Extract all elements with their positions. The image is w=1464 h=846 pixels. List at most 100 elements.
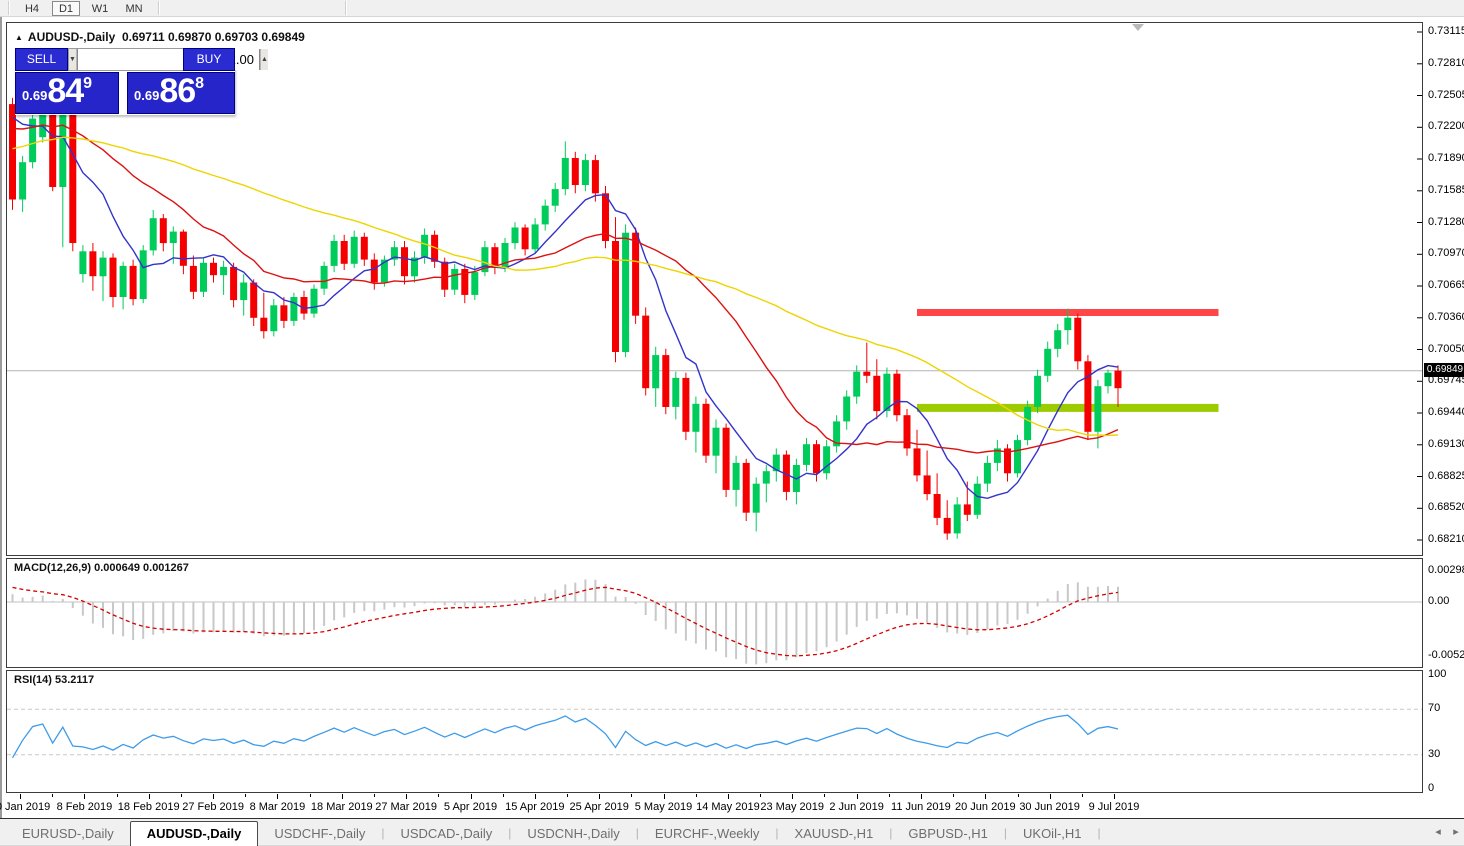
symbol-tab-eurusd-daily[interactable]: EURUSD-,Daily [6, 822, 130, 846]
macd-scale-label: -0.005256 [1428, 649, 1464, 661]
date-label: 8 Feb 2019 [56, 801, 113, 813]
collapse-panel-icon[interactable]: ▲ [15, 33, 23, 42]
date-label: 30 Jan 2019 [0, 801, 51, 813]
macd-label: MACD(12,26,9) 0.000649 0.001267 [14, 562, 189, 574]
symbol-tab-gbpusd-h1[interactable]: GBPUSD-,H1 [892, 822, 1003, 846]
sell-button[interactable]: SELL [15, 48, 68, 71]
date-label: 15 Apr 2019 [505, 801, 565, 813]
sell-price-main: 84 [47, 72, 84, 110]
date-label: 30 Jun 2019 [1019, 801, 1080, 813]
volume-decrease-icon[interactable]: ▼ [69, 49, 77, 70]
date-minor-tick [1017, 794, 1019, 797]
price-scale-label: 0.71280 [1428, 215, 1464, 228]
date-minor-tick [567, 794, 568, 797]
chart-ohlc-values: 0.69711 0.69870 0.69703 0.69849 [121, 30, 305, 44]
symbol-tab-usdcnh-daily[interactable]: USDCNH-,Daily [511, 822, 635, 846]
date-minor-tick [438, 794, 440, 797]
date-minor-tick [953, 794, 955, 797]
date-tick [727, 794, 729, 799]
rsi-scale-label: 0 [1428, 782, 1435, 794]
price-scale-label: 0.73115 [1428, 25, 1464, 37]
tab-scroll-right-button[interactable]: ▸ [1449, 825, 1463, 839]
date-tick [1114, 794, 1115, 799]
price-scale-label: 0.69745 [1428, 374, 1464, 387]
date-label: 5 May 2019 [634, 801, 693, 813]
date-minor-tick [502, 794, 504, 797]
timeframe-button-d1[interactable]: D1 [52, 1, 80, 16]
chart-shift-marker[interactable] [1132, 24, 1144, 31]
date-minor-tick [245, 794, 247, 797]
macd-scale-label: 0.002984 [1428, 564, 1464, 576]
buy-button[interactable]: BUY [183, 48, 235, 71]
date-tick [534, 794, 536, 799]
price-scale-label: 0.72505 [1428, 88, 1464, 101]
date-tick [663, 794, 665, 799]
date-label: 27 Mar 2019 [375, 801, 437, 813]
symbol-tab-ukoil-h1[interactable]: UKOil-,H1 [1007, 822, 1098, 846]
timeframe-button-mn[interactable]: MN [120, 1, 148, 16]
price-scale-label: 0.70665 [1428, 279, 1464, 291]
date-tick [1049, 794, 1051, 799]
date-minor-tick [695, 794, 697, 797]
volume-stepper: ▼ ▲ [68, 48, 268, 71]
timeframe-button-w1[interactable]: W1 [86, 1, 114, 16]
macd-plot [7, 579, 1422, 665]
date-label: 14 May 2019 [696, 801, 760, 813]
symbol-tab-eurchf-weekly[interactable]: EURCHF-,Weekly [639, 822, 776, 846]
price-scale-label: 0.71585 [1428, 183, 1464, 196]
date-minor-tick [52, 794, 54, 797]
date-minor-tick [760, 794, 762, 797]
date-tick [599, 794, 601, 799]
date-minor-tick [116, 794, 118, 797]
price-scale-label: 0.72810 [1428, 56, 1464, 69]
rsi-scale-label: 70 [1428, 702, 1441, 714]
price-scale-label: 0.68520 [1428, 501, 1464, 514]
toolbar-separator [345, 1, 346, 15]
date-label: 11 Jun 2019 [891, 801, 951, 813]
one-click-trade-panel: SELL ▼ ▲ BUY 0.69849 0.69868 [15, 48, 268, 115]
chart-symbol-label: AUDUSD-,Daily [27, 30, 116, 44]
macd-indicator-panel[interactable]: MACD(12,26,9) 0.000649 0.001267 [6, 558, 1423, 668]
date-label: 23 May 2019 [760, 801, 824, 813]
date-minor-tick [888, 794, 890, 797]
date-tick [20, 794, 21, 799]
price-scale: 0.69849 0.73115 0.72810 0.72505 0.72200 0.71… [1423, 17, 1464, 818]
date-tick [84, 794, 86, 799]
buy-price-panel[interactable]: 0.69868 [127, 72, 235, 114]
date-tick [856, 794, 858, 799]
symbol-tab-xauusd-h1[interactable]: XAUUSD-,H1 [779, 822, 890, 846]
volume-increase-icon[interactable]: ▲ [259, 49, 268, 70]
sell-price-pip: 9 [83, 75, 93, 92]
symbol-tab-usdchf-daily[interactable]: USDCHF-,Daily [258, 822, 381, 846]
timeframe-button-h4[interactable]: H4 [18, 1, 46, 16]
date-tick [470, 794, 472, 799]
buy-price-main: 86 [159, 72, 196, 110]
sell-price-panel[interactable]: 0.69849 [15, 72, 119, 114]
date-minor-tick [631, 794, 633, 797]
buy-price-prefix: 0.69 [134, 88, 160, 103]
date-minor-tick [824, 794, 826, 797]
main-price-chart[interactable]: ▲ AUDUSD-,Daily 0.69711 0.69870 0.69703 0… [6, 22, 1423, 556]
price-scale-label: 0.68210 [1428, 533, 1464, 545]
price-scale-label: 0.70360 [1428, 310, 1464, 323]
symbol-tab-usdcad-daily[interactable]: USDCAD-,Daily [384, 822, 508, 846]
date-minor-tick [309, 794, 311, 797]
rsi-label: RSI(14) 53.2117 [14, 674, 95, 686]
symbol-tab-audusd-daily[interactable]: AUDUSD-,Daily [129, 821, 259, 846]
date-label: 9 Jul 2019 [1088, 801, 1140, 813]
price-scale-label: 0.70050 [1428, 342, 1464, 355]
date-minor-tick [1081, 794, 1083, 797]
chart-title: ▲ AUDUSD-,Daily 0.69711 0.69870 0.69703 0… [15, 30, 305, 44]
symbol-tabbar: EURUSD-,Daily AUDUSD-,Daily USDCHF-,Daily |… [0, 818, 1464, 846]
rsi-indicator-panel[interactable]: RSI(14) 53.2117 [6, 670, 1423, 793]
macd-scale-label: 0.00 [1428, 595, 1450, 607]
price-scale-label: 0.69130 [1428, 437, 1464, 450]
price-scale-label: 0.72200 [1428, 120, 1464, 133]
date-label: 18 Mar 2019 [310, 801, 373, 813]
date-axis: 30 Jan 2019 8 Feb 2019 18 Feb 201927 Feb 2… [0, 794, 1423, 817]
date-tick [406, 794, 408, 799]
date-label: 2 Jun 2019 [829, 801, 884, 813]
rsi-scale-label: 100 [1428, 668, 1447, 680]
tab-scroll-left-button[interactable]: ◂ [1431, 825, 1445, 839]
timeframe-toolbar: H4 D1 W1 MN [0, 0, 1464, 17]
